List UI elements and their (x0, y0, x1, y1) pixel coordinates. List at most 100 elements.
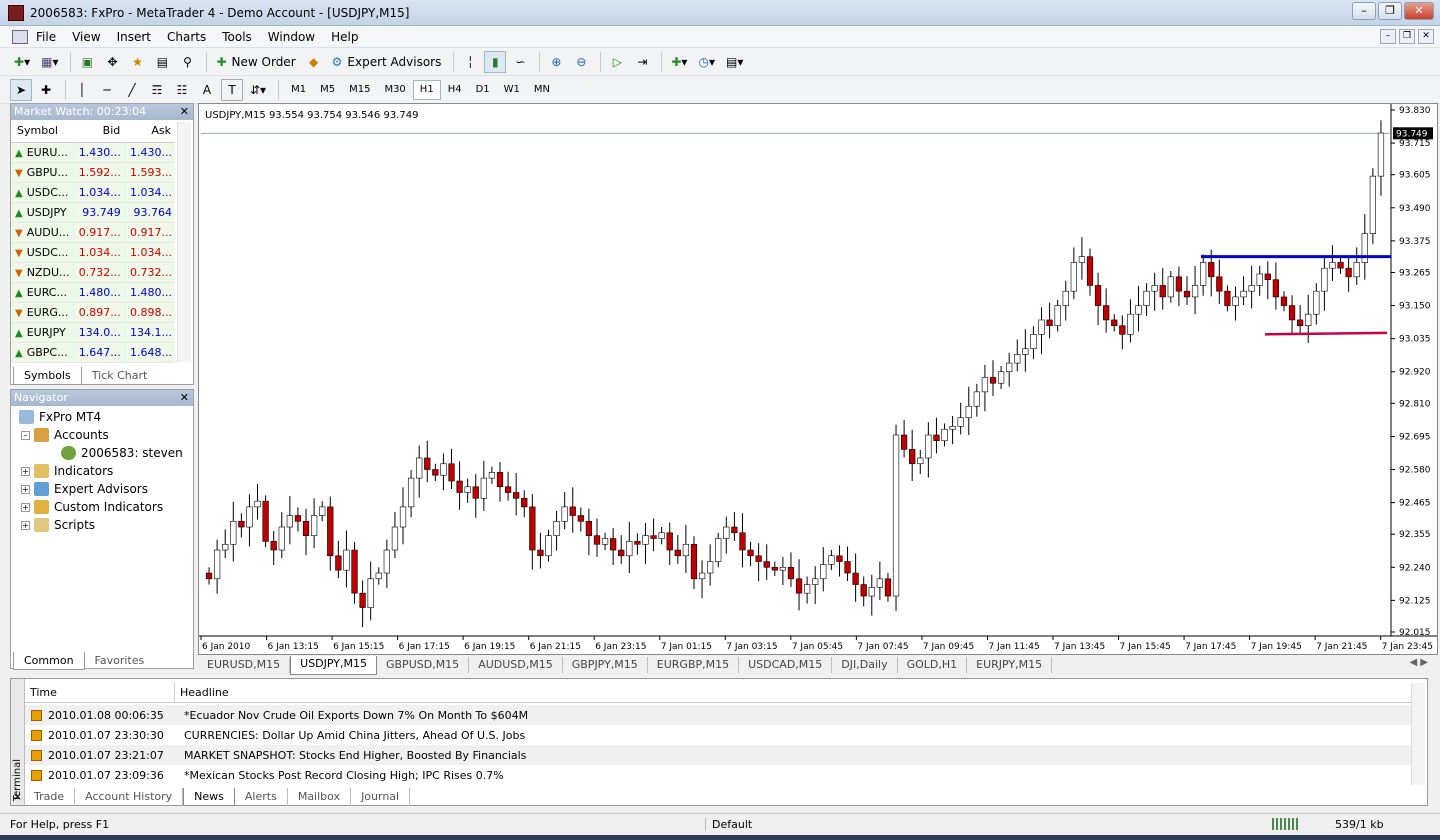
chart-tab[interactable]: USDCAD,M15 (739, 657, 833, 673)
menu-view[interactable]: View (64, 30, 108, 44)
market-watch-row[interactable]: ▼ GBPU... 1.592... 1.593... (11, 162, 175, 183)
mdi-restore-button[interactable]: ❐ (1399, 29, 1415, 44)
nav-indicators[interactable]: + Indicators (21, 464, 113, 478)
new-chart-button[interactable]: ✚ ▾ (10, 51, 34, 73)
restore-button[interactable]: ❐ (1378, 2, 1402, 20)
expert-advisors-button[interactable]: ⚙ Expert Advisors (328, 51, 446, 73)
terminal-icon[interactable]: ▤ (151, 51, 173, 73)
chart-tab[interactable]: DJI,Daily (832, 657, 898, 673)
news-row[interactable]: 2010.01.07 23:30:30 CURRENCIES: Dollar U… (25, 725, 1413, 745)
chart-tab[interactable]: GOLD,H1 (898, 657, 968, 673)
menu-tools[interactable]: Tools (214, 30, 260, 44)
column-bid[interactable]: Bid (73, 120, 125, 143)
column-ask[interactable]: Ask (124, 120, 175, 143)
tab-mailbox[interactable]: Mailbox (288, 788, 352, 806)
support-line[interactable] (1264, 331, 1388, 336)
close-icon[interactable]: ✕ (180, 104, 189, 120)
nav-expert-advisors[interactable]: + Expert Advisors (21, 482, 148, 496)
chart-tab[interactable]: GBPJPY,M15 (563, 657, 648, 673)
trendline-icon[interactable]: ╱ (121, 79, 143, 101)
cursor-icon[interactable]: ➤ (10, 78, 32, 101)
nav-root[interactable]: FxPro MT4 (19, 410, 101, 424)
nav-account-item[interactable]: 2006583: steven (61, 446, 183, 460)
nav-custom-indicators[interactable]: + Custom Indicators (21, 500, 163, 514)
menu-help[interactable]: Help (323, 30, 366, 44)
tab-trade[interactable]: Trade (24, 788, 76, 806)
menu-charts[interactable]: Charts (159, 30, 214, 44)
price-chart[interactable]: USDJPY,M15 93.554 93.754 93.546 93.749 9… (198, 103, 1438, 655)
strategy-tester-icon[interactable]: ⚲ (176, 51, 198, 73)
expand-icon[interactable]: + (21, 502, 30, 512)
market-watch-toggle-icon[interactable]: ▣ (76, 51, 98, 73)
tab-favorites[interactable]: Favorites (85, 652, 155, 670)
timeframe-m1[interactable]: M1 (284, 80, 313, 100)
column-symbol[interactable]: Symbol (11, 120, 73, 143)
mdi-close-button[interactable]: ✕ (1418, 29, 1434, 44)
market-watch-row[interactable]: ▲ EURU... 1.430... 1.430... (11, 142, 175, 163)
nav-accounts[interactable]: – Accounts (21, 428, 109, 442)
chart-tab[interactable]: EURGBP,M15 (648, 657, 740, 673)
line-chart-icon[interactable]: ∽ (509, 51, 531, 73)
scrollbar[interactable] (1411, 683, 1425, 785)
market-watch-row[interactable]: ▲ GBPC... 1.647... 1.648... (11, 342, 175, 363)
expand-icon[interactable]: + (21, 520, 30, 530)
column-time[interactable]: Time (25, 683, 175, 702)
market-watch-row[interactable]: ▲ USDJPY 93.749 93.764 (11, 202, 175, 223)
auto-scroll-icon[interactable]: ▷ (606, 51, 628, 73)
tab-common[interactable]: Common (13, 652, 85, 670)
crosshair-icon[interactable]: ✚ (35, 79, 57, 101)
timeframe-w1[interactable]: W1 (497, 80, 527, 100)
market-watch-row[interactable]: ▲ EURC... 1.480... 1.480... (11, 282, 175, 303)
chart-shift-icon[interactable]: ⇥ (631, 51, 653, 73)
scrollbar[interactable] (177, 122, 191, 362)
chart-tab[interactable]: EURJPY,M15 (967, 657, 1053, 673)
candlesticks-icon[interactable]: ▮ (484, 50, 507, 73)
data-window-icon[interactable]: ✥ (101, 51, 123, 73)
new-order-button[interactable]: ✚ New Order (212, 51, 299, 73)
equidistant-channel-icon[interactable]: ☶ (146, 79, 168, 101)
bar-chart-icon[interactable]: ╎ (459, 51, 481, 73)
profiles-button[interactable]: ▦ ▾ (37, 51, 62, 73)
close-icon[interactable]: ✕ (180, 390, 189, 406)
chart-tab-active[interactable]: USDJPY,M15 (290, 655, 377, 675)
timeframe-mn[interactable]: MN (527, 80, 557, 100)
tab-journal[interactable]: Journal (351, 788, 411, 806)
tab-symbols[interactable]: Symbols (13, 367, 82, 385)
chart-canvas[interactable]: USDJPY,M15 93.554 93.754 93.546 93.749 9… (199, 104, 1437, 654)
timeframe-d1[interactable]: D1 (469, 80, 497, 100)
horizontal-line-icon[interactable]: ─ (96, 79, 118, 101)
nav-scripts[interactable]: + Scripts (21, 518, 95, 532)
timeframe-h4[interactable]: H4 (441, 80, 469, 100)
tab-account-history[interactable]: Account History (75, 788, 184, 806)
vertical-line-icon[interactable]: │ (71, 79, 93, 101)
templates-button[interactable]: ▤ ▾ (722, 51, 747, 73)
news-row[interactable]: 2010.01.08 00:06:35 *Ecuador Nov Crude O… (25, 705, 1413, 725)
menu-insert[interactable]: Insert (109, 30, 159, 44)
tab-scroll-arrows[interactable]: ◀ ▶ (1409, 657, 1428, 668)
periods-button[interactable]: ◷ ▾ (694, 51, 719, 73)
timeframe-m5[interactable]: M5 (313, 80, 342, 100)
collapse-icon[interactable]: – (21, 430, 30, 440)
chart-tab[interactable]: EURUSD,M15 (198, 657, 291, 673)
zoom-out-icon[interactable]: ⊖ (570, 51, 592, 73)
market-watch-row[interactable]: ▲ USDC... 1.034... 1.034... (11, 182, 175, 203)
timeframe-m15[interactable]: M15 (342, 80, 377, 100)
column-headline[interactable]: Headline (175, 683, 229, 702)
market-watch-row[interactable]: ▼ EURG... 0.897... 0.898... (11, 302, 175, 323)
news-row[interactable]: 2010.01.07 23:09:36 *Mexican Stocks Post… (25, 765, 1413, 785)
timeframe-m30[interactable]: M30 (377, 80, 412, 100)
metaeditor-icon[interactable]: ◆ (303, 51, 325, 73)
tab-tick-chart[interactable]: Tick Chart (82, 367, 158, 385)
minimize-button[interactable]: – (1352, 2, 1376, 20)
mdi-minimize-button[interactable]: – (1380, 29, 1396, 44)
chart-tab[interactable]: AUDUSD,M15 (469, 657, 563, 673)
market-watch-row[interactable]: ▼ AUDU... 0.917... 0.917... (11, 222, 175, 243)
expand-icon[interactable]: + (21, 466, 30, 476)
expand-icon[interactable]: + (21, 484, 30, 494)
chart-tab[interactable]: GBPUSD,M15 (377, 657, 470, 673)
indicators-button[interactable]: ✚ ▾ (667, 51, 691, 73)
menu-file[interactable]: File (28, 30, 64, 44)
zoom-in-icon[interactable]: ⊕ (545, 51, 567, 73)
menu-window[interactable]: Window (260, 30, 323, 44)
news-row[interactable]: 2010.01.07 23:21:07 MARKET SNAPSHOT: Sto… (25, 745, 1413, 765)
